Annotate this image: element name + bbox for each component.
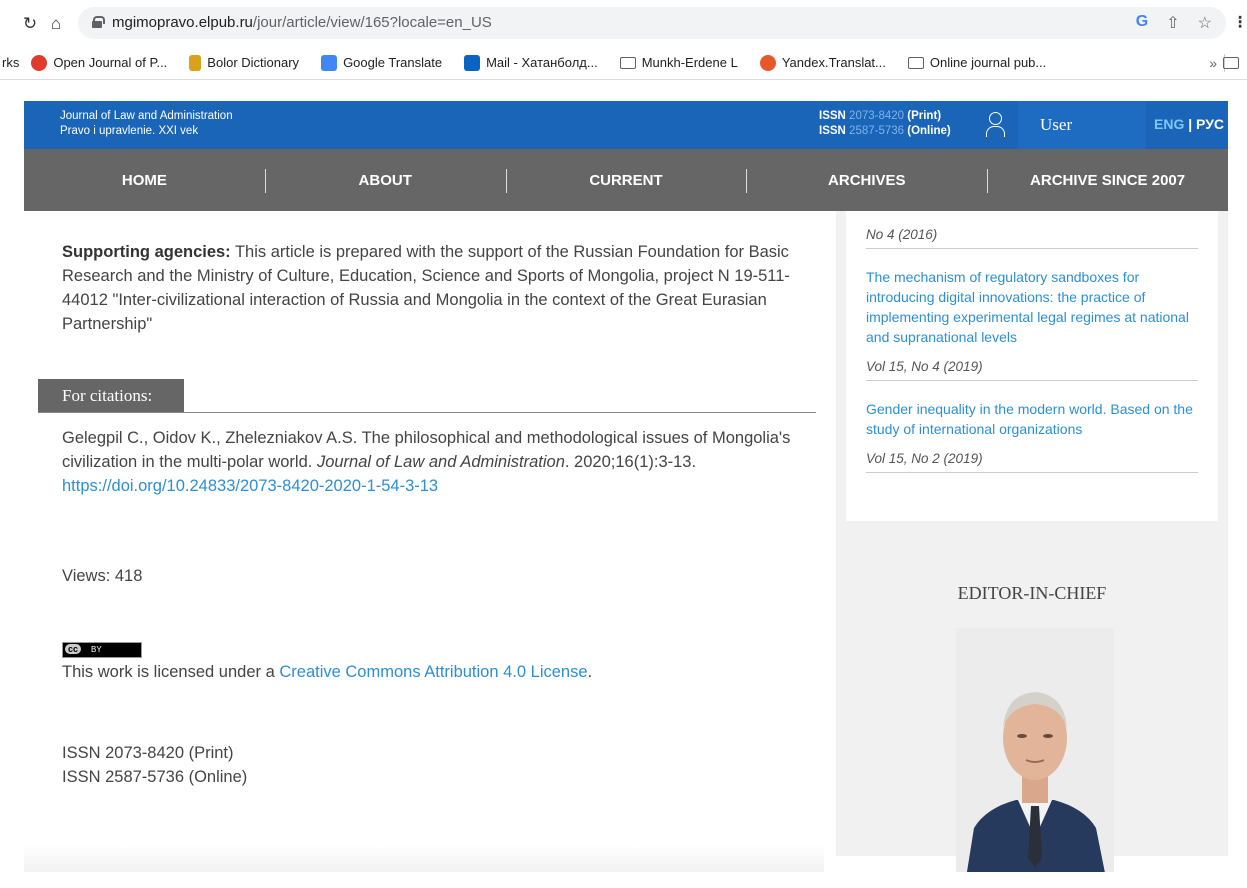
issn-print: ISSN 2073-8420 (Print) [62,744,234,762]
article-content: Supporting agencies: This article is pre… [24,211,824,851]
citations-heading: For citations: [38,379,184,413]
lang-separator: | [1184,116,1197,132]
more-bookmarks-button[interactable]: » [1209,55,1217,71]
ojs-icon [31,54,48,71]
bolor-icon [189,54,202,71]
bookmark-item[interactable]: Mail - Хатанболд... [464,54,598,71]
lock-icon[interactable] [92,16,105,28]
language-switcher: ENG | РУС [1154,116,1224,132]
home-icon[interactable]: ⌂ [46,14,66,34]
license-link[interactable]: Creative Commons Attribution 4.0 License [279,663,587,681]
url-text[interactable]: mgimopravo.elpub.ru/jour/article/view/16… [112,14,492,31]
journal-title-en: Journal of Law and Administration [60,110,233,122]
nav-current[interactable]: CURRENT [505,168,747,193]
browser-toolbar: ↻ ⌂ mgimopravo.elpub.ru/jour/article/vie… [0,0,1247,46]
nav-home[interactable]: HOME [24,172,265,189]
bookmark-item[interactable]: Munkh-Erdene L [619,55,738,70]
bookmark-label: Open Journal of P... [53,55,168,70]
footer-issn: ISSN 2073-8420 (Print) ISSN 2587-5736 (O… [62,741,247,789]
cc-license-badge[interactable]: cc BY [62,642,142,658]
extensions-icon[interactable]: ⁝ [1237,12,1243,33]
bookmark-label: rks [2,55,20,70]
bookmark-star-icon[interactable]: ☆ [1198,13,1212,33]
main-nav: HOME ABOUT CURRENT ARCHIVES ARCHIVE SINC… [24,149,1228,211]
views-count: Views: 418 [62,567,143,585]
issn-online: ISSN 2587-5736 (Online) [62,768,248,786]
header-issn: ISSN 2073-8420 (Print) ISSN 2587-5736 (O… [819,109,951,139]
issn-online-type: (Online) [907,125,951,137]
reload-icon[interactable]: ↻ [20,14,40,34]
share-icon[interactable]: ⇧ [1166,13,1179,33]
editor-heading: EDITOR-IN-CHIEF [957,583,1107,603]
citation-text: Gelegpil C., Oidov K., Zhelezniakov A.S.… [62,426,802,498]
related-article-link[interactable]: The mechanism of regulatory sandboxes fo… [866,267,1198,347]
license-text: This work is licensed under a Creative C… [62,663,592,682]
address-bar[interactable]: mgimopravo.elpub.ru/jour/article/view/16… [78,7,1226,39]
bookmark-label: Online journal pub... [929,55,1047,70]
site-header: Journal of Law and Administration Pravo … [24,101,1228,149]
bookmark-item[interactable]: rks [2,55,19,70]
bookmark-label: Bolor Dictionary [207,55,300,70]
bookmark-label: Munkh-Erdene L [641,55,738,70]
issn-online-number: 2587-5736 [849,125,905,137]
lang-eng-link[interactable]: ENG [1154,116,1184,132]
other-bookmarks-folder-icon[interactable] [1223,57,1239,69]
editor-in-chief-block: EDITOR-IN-CHIEF [836,556,1228,878]
translate-icon [321,54,338,71]
nav-about[interactable]: ABOUT [264,168,506,193]
doi-link[interactable]: https://doi.org/10.24833/2073-8420-2020-… [62,477,438,495]
bookmark-item[interactable]: Yandex.Translat... [759,54,886,71]
journal-name[interactable]: Journal of Law and Administration Pravo … [60,109,233,139]
url-domain: mgimopravo.elpub.ru [112,14,253,31]
license-prefix: This work is licensed under a [62,663,280,681]
supporting-agencies: Supporting agencies: This article is pre… [62,240,792,336]
supporting-agencies-label: Supporting agencies: [62,243,231,261]
bookmark-label: Mail - Хатанболд... [486,55,598,70]
cc-badge-text: cc [65,644,82,654]
cc-by-text: BY [91,645,102,654]
editor-photo[interactable] [956,628,1114,878]
issn-print-number: 2073-8420 [849,110,905,122]
license-suffix: . [587,663,593,681]
issn-label: ISSN [819,125,846,137]
related-articles: No 4 (2016) The mechanism of regulatory … [846,211,1218,521]
bookmarks-bar: rks Open Journal of P... Bolor Dictionar… [0,46,1247,80]
user-menu-button[interactable]: User [1018,101,1146,149]
bookmark-item[interactable]: Online journal pub... [907,55,1047,70]
google-icon[interactable]: G [1136,13,1148,33]
citation-journal: Journal of Law and Administration [316,453,565,471]
nav-archive-since-2007[interactable]: ARCHIVE SINCE 2007 [987,168,1228,193]
outlook-icon [464,54,481,71]
citations-divider [38,412,816,413]
bookmark-label: Yandex.Translat... [781,55,886,70]
folder-icon [619,56,636,69]
editor-portrait-icon [956,628,1114,878]
citation-issue: . 2020;16(1):3-13. [564,453,697,471]
bookmark-item[interactable]: Open Journal of P... [31,54,168,71]
browser-window: ↻ ⌂ mgimopravo.elpub.ru/jour/article/vie… [0,0,1247,888]
lang-rus-link[interactable]: РУС [1196,116,1224,132]
user-icon[interactable] [986,112,1005,137]
journal-title-translit: Pravo i upravlenie. XXI vek [60,125,199,137]
related-meta: Vol 15, No 4 (2019) [866,353,1198,381]
page-bottom-fade [24,845,824,875]
related-article-link[interactable]: Gender inequality in the modern world. B… [866,399,1198,439]
window-edge [1240,80,1247,888]
issn-print-type: (Print) [907,110,942,122]
sidebar: No 4 (2016) The mechanism of regulatory … [836,211,1228,878]
folder-icon [907,56,924,69]
bookmark-label: Google Translate [343,55,443,70]
window-edge [0,872,1247,888]
related-meta: Vol 15, No 2 (2019) [866,445,1198,473]
bookmark-item[interactable]: Bolor Dictionary [189,54,300,71]
issn-label: ISSN [819,110,846,122]
bookmark-item[interactable]: Google Translate [321,54,443,71]
url-path: /jour/article/view/165?locale=en_US [252,14,492,31]
address-bar-actions: G ⇧ ☆ [1136,13,1212,33]
yandex-icon [759,54,776,71]
related-meta: No 4 (2016) [866,211,1198,249]
nav-archives[interactable]: ARCHIVES [746,168,987,193]
